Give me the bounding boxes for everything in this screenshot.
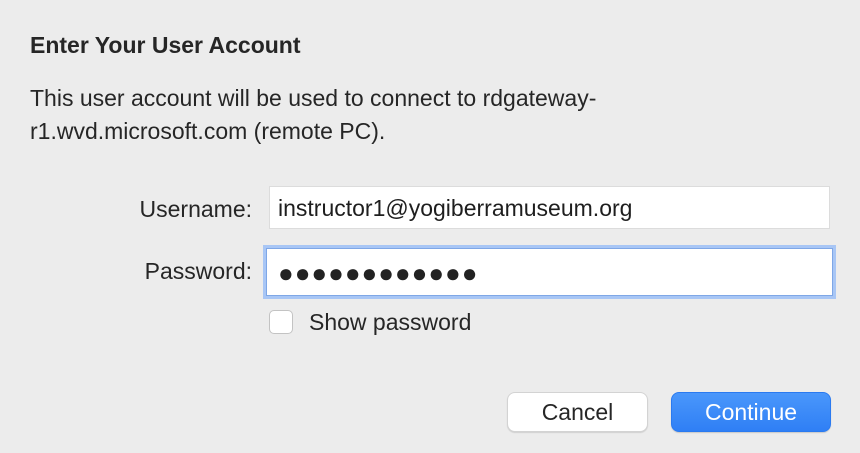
dialog-message-line-1: This user account will be used to connec… (30, 85, 597, 111)
show-password-label[interactable]: Show password (309, 309, 471, 336)
dialog-title: Enter Your User Account (30, 32, 301, 58)
username-field[interactable]: instructor1@yogiberramuseum.org (269, 186, 830, 229)
cancel-button[interactable]: Cancel (507, 392, 648, 432)
user-account-dialog: Enter Your User Account This user accoun… (0, 0, 860, 453)
show-password-row[interactable]: Show password (269, 307, 471, 337)
password-label: Password: (144, 258, 252, 284)
password-field[interactable]: ●●●●●●●●●●●● (266, 248, 833, 296)
username-label: Username: (139, 196, 252, 222)
dialog-message: This user account will be used to connec… (30, 82, 750, 148)
dialog-message-line-2: r1.wvd.microsoft.com (remote PC). (30, 118, 386, 144)
show-password-checkbox[interactable] (269, 310, 293, 334)
continue-button[interactable]: Continue (671, 392, 831, 432)
